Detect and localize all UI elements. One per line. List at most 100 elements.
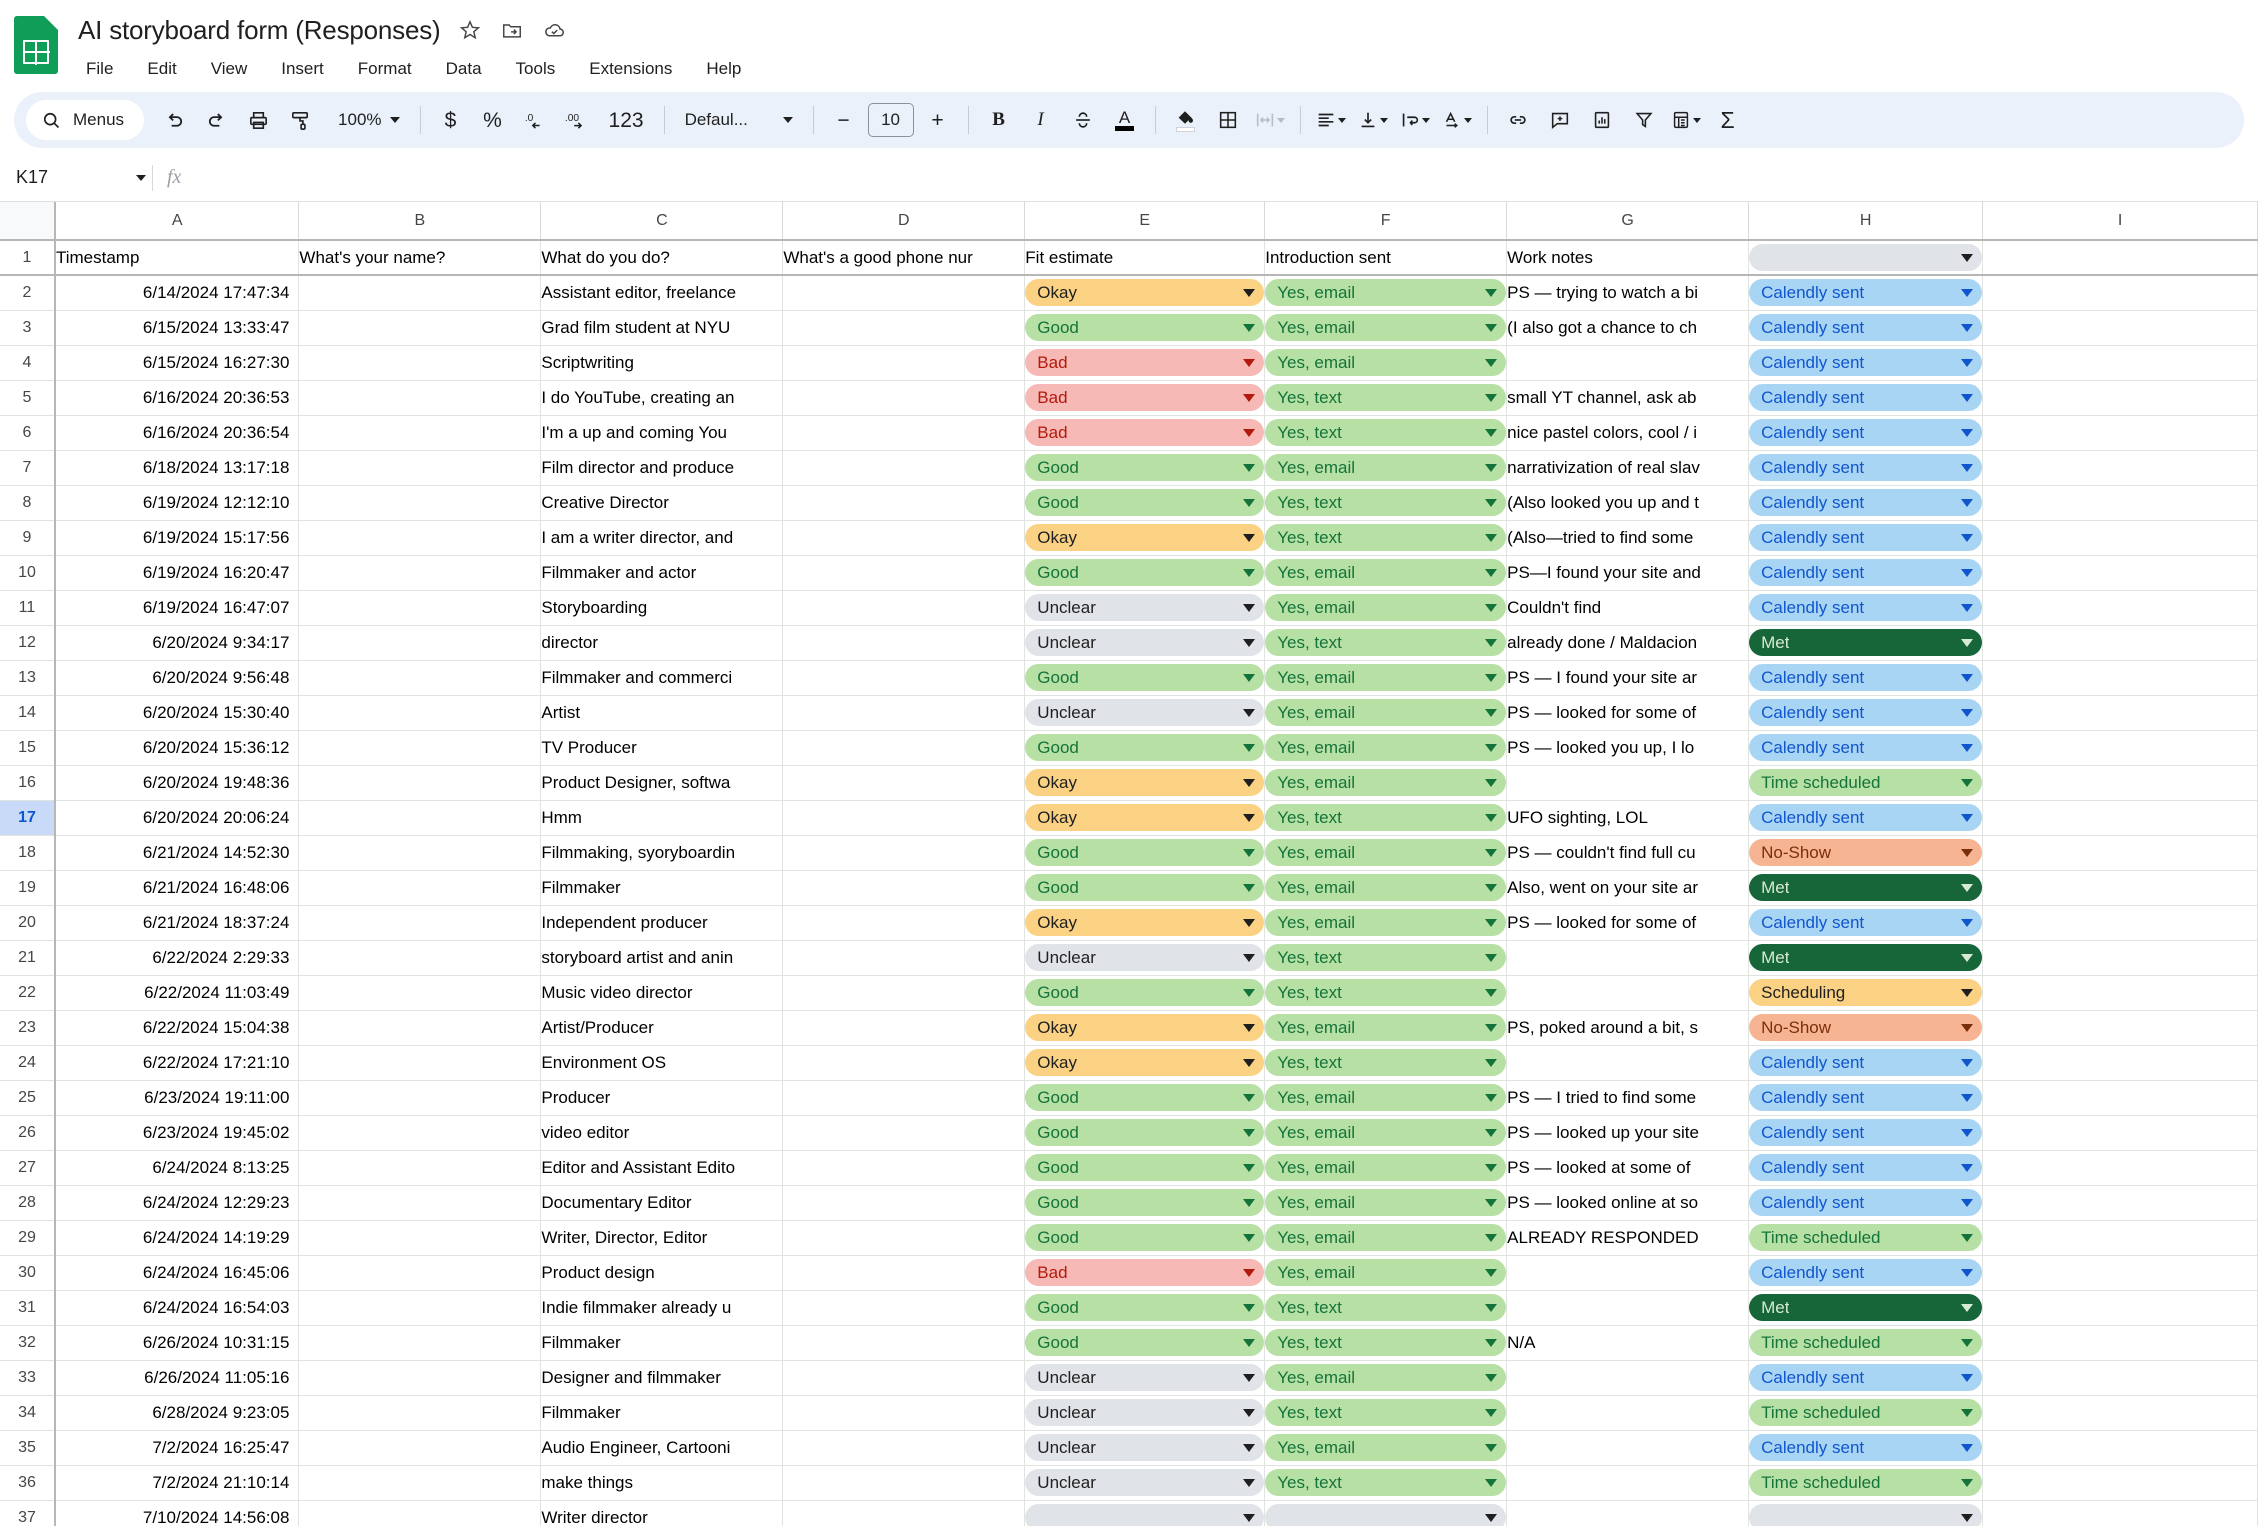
- cell-i[interactable]: [1983, 485, 2258, 520]
- cell-phone[interactable]: [783, 485, 1025, 520]
- cell-work-notes[interactable]: already done / Maldacion: [1507, 625, 1749, 660]
- cell-what-do-you-do[interactable]: Indie filmmaker already u: [541, 1290, 783, 1325]
- fit-estimate-dropdown[interactable]: Unclear: [1025, 629, 1264, 656]
- status-dropdown[interactable]: No-Show: [1749, 1014, 1982, 1041]
- cell-i[interactable]: [1983, 1500, 2258, 1526]
- cell-phone[interactable]: [783, 275, 1025, 310]
- cell-introduction-sent[interactable]: Yes, text: [1265, 485, 1507, 520]
- cell-status[interactable]: Calendly sent: [1749, 1150, 1983, 1185]
- cell-introduction-sent[interactable]: Yes, email: [1265, 345, 1507, 380]
- row-header-4[interactable]: 4: [0, 345, 55, 380]
- cell-work-notes[interactable]: PS—I found your site and: [1507, 555, 1749, 590]
- cell-what-do-you-do[interactable]: Filmmaker: [541, 1325, 783, 1360]
- cell-name[interactable]: [299, 730, 541, 765]
- cell-timestamp[interactable]: 6/26/2024 10:31:15: [55, 1325, 299, 1360]
- fit-estimate-dropdown[interactable]: Unclear: [1025, 699, 1264, 726]
- cell-what-do-you-do[interactable]: I am a writer director, and: [541, 520, 783, 555]
- cell-phone[interactable]: [783, 1185, 1025, 1220]
- cell-timestamp[interactable]: 6/20/2024 9:56:48: [55, 660, 299, 695]
- introduction-sent-dropdown[interactable]: Yes, text: [1265, 979, 1506, 1006]
- cell-name[interactable]: [299, 1360, 541, 1395]
- introduction-sent-dropdown[interactable]: Yes, email: [1265, 769, 1506, 796]
- cell-name[interactable]: [299, 835, 541, 870]
- cell-fit-estimate[interactable]: [1025, 1500, 1265, 1526]
- cell-introduction-sent[interactable]: Yes, email: [1265, 555, 1507, 590]
- status-dropdown[interactable]: Calendly sent: [1749, 524, 1982, 551]
- row-header-18[interactable]: 18: [0, 835, 55, 870]
- cell-what-do-you-do[interactable]: Filmmaker and actor: [541, 555, 783, 590]
- document-title[interactable]: AI storyboard form (Responses): [78, 15, 440, 46]
- cell-phone[interactable]: [783, 590, 1025, 625]
- cell-what-do-you-do[interactable]: Filmmaker: [541, 1395, 783, 1430]
- row-header-17[interactable]: 17: [0, 800, 55, 835]
- cell-i[interactable]: [1983, 1395, 2258, 1430]
- status-dropdown[interactable]: Calendly sent: [1749, 664, 1982, 691]
- cell-i[interactable]: [1983, 835, 2258, 870]
- row-header-20[interactable]: 20: [0, 905, 55, 940]
- menu-view[interactable]: View: [205, 56, 254, 82]
- column-header-i[interactable]: I: [1983, 202, 2258, 240]
- cell-i[interactable]: [1983, 310, 2258, 345]
- status-dropdown[interactable]: Calendly sent: [1749, 279, 1982, 306]
- cell-timestamp[interactable]: 6/24/2024 8:13:25: [55, 1150, 299, 1185]
- cell-name[interactable]: [299, 1115, 541, 1150]
- row-header-37[interactable]: 37: [0, 1500, 55, 1526]
- cell-timestamp[interactable]: 6/14/2024 17:47:34: [55, 275, 299, 310]
- cell-timestamp[interactable]: 6/19/2024 16:47:07: [55, 590, 299, 625]
- cell-what-do-you-do[interactable]: Film director and produce: [541, 450, 783, 485]
- fit-estimate-dropdown[interactable]: Good: [1025, 734, 1264, 761]
- cell-what-do-you-do[interactable]: Independent producer: [541, 905, 783, 940]
- cell-what-do-you-do[interactable]: storyboard artist and anin: [541, 940, 783, 975]
- row-header-33[interactable]: 33: [0, 1360, 55, 1395]
- cell-what-do-you-do[interactable]: Grad film student at NYU: [541, 310, 783, 345]
- undo-icon[interactable]: [154, 100, 194, 140]
- fit-estimate-dropdown[interactable]: Unclear: [1025, 1364, 1264, 1391]
- fit-estimate-dropdown[interactable]: Okay: [1025, 279, 1264, 306]
- cell-status[interactable]: No-Show: [1749, 1010, 1983, 1045]
- status-dropdown-header[interactable]: [1749, 244, 1982, 271]
- cell-phone[interactable]: [783, 695, 1025, 730]
- more-formats-button[interactable]: 123: [599, 100, 654, 140]
- column-header-g[interactable]: G: [1507, 202, 1749, 240]
- introduction-sent-dropdown[interactable]: Yes, email: [1265, 1189, 1506, 1216]
- cell-fit-estimate[interactable]: Good: [1025, 555, 1265, 590]
- introduction-sent-dropdown[interactable]: Yes, email: [1265, 1119, 1506, 1146]
- column-header-f[interactable]: F: [1265, 202, 1507, 240]
- row-header-31[interactable]: 31: [0, 1290, 55, 1325]
- strikethrough-icon[interactable]: [1063, 100, 1103, 140]
- cell-i[interactable]: [1983, 1080, 2258, 1115]
- cell-i[interactable]: [1983, 590, 2258, 625]
- sum-button[interactable]: Σ: [1708, 100, 1748, 140]
- row-header-21[interactable]: 21: [0, 940, 55, 975]
- introduction-sent-dropdown[interactable]: Yes, email: [1265, 279, 1506, 306]
- cell-phone[interactable]: [783, 520, 1025, 555]
- fit-estimate-dropdown[interactable]: Good: [1025, 1189, 1264, 1216]
- cell-name[interactable]: [299, 1325, 541, 1360]
- cell-i[interactable]: [1983, 975, 2258, 1010]
- cell-status[interactable]: Calendly sent: [1749, 1045, 1983, 1080]
- row-header-27[interactable]: 27: [0, 1150, 55, 1185]
- cell-what-do-you-do[interactable]: Environment OS: [541, 1045, 783, 1080]
- cell-introduction-sent[interactable]: Yes, email: [1265, 765, 1507, 800]
- cell-timestamp[interactable]: 6/18/2024 13:17:18: [55, 450, 299, 485]
- cell-timestamp[interactable]: 6/28/2024 9:23:05: [55, 1395, 299, 1430]
- cell-phone[interactable]: [783, 1115, 1025, 1150]
- cell-what-do-you-do[interactable]: Filmmaker and commerci: [541, 660, 783, 695]
- cell-timestamp[interactable]: 6/15/2024 13:33:47: [55, 310, 299, 345]
- functions-icon[interactable]: [1666, 100, 1706, 140]
- cell-status[interactable]: Calendly sent: [1749, 695, 1983, 730]
- row-header-22[interactable]: 22: [0, 975, 55, 1010]
- cell-status[interactable]: Met: [1749, 940, 1983, 975]
- row-header-1[interactable]: 1: [0, 240, 55, 275]
- cell-name[interactable]: [299, 380, 541, 415]
- cell-introduction-sent[interactable]: Yes, text: [1265, 1325, 1507, 1360]
- fit-estimate-dropdown[interactable]: Good: [1025, 1329, 1264, 1356]
- cell-phone[interactable]: [783, 415, 1025, 450]
- cell-introduction-sent[interactable]: Yes, email: [1265, 695, 1507, 730]
- cell-work-notes[interactable]: [1507, 1360, 1749, 1395]
- menu-format[interactable]: Format: [352, 56, 418, 82]
- cell-introduction-sent[interactable]: Yes, text: [1265, 520, 1507, 555]
- cell-name[interactable]: [299, 450, 541, 485]
- status-dropdown[interactable]: Calendly sent: [1749, 314, 1982, 341]
- cell-work-notes[interactable]: N/A: [1507, 1325, 1749, 1360]
